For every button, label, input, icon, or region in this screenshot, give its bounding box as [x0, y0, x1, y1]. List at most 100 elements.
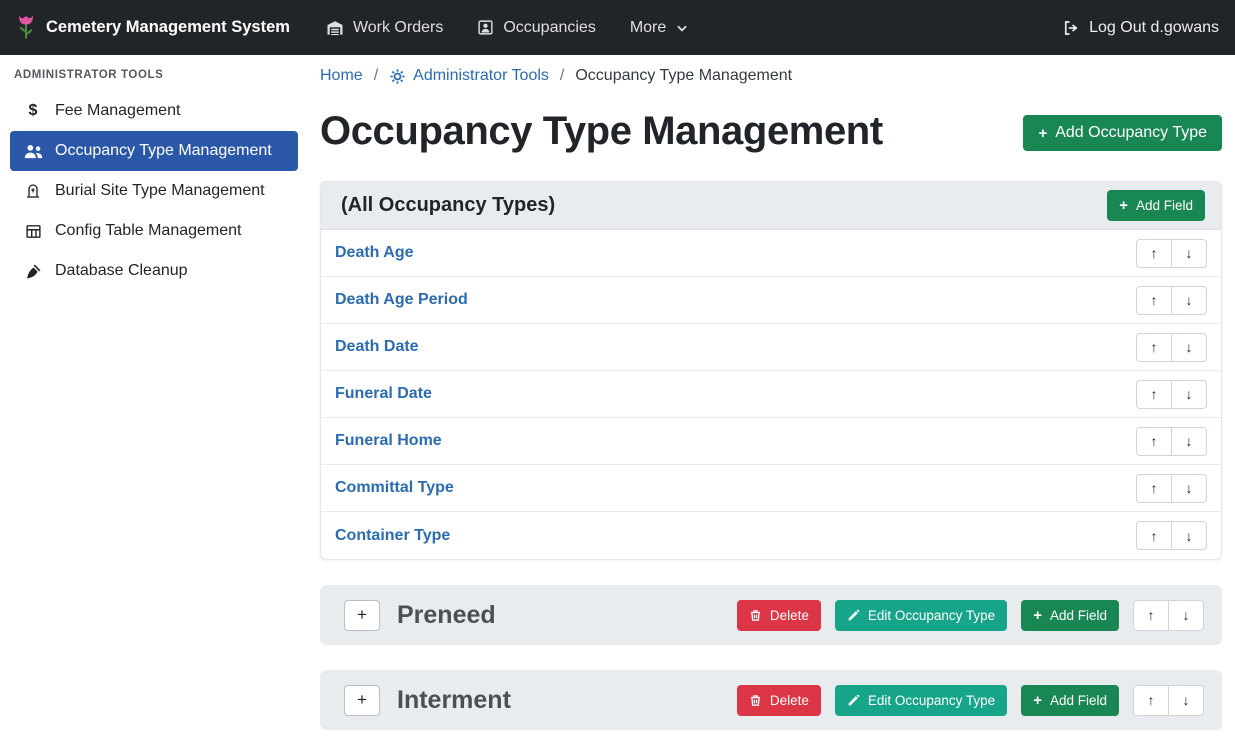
warehouse-icon — [326, 19, 344, 37]
move-up-button[interactable]: ↑ — [1136, 286, 1172, 315]
broom-icon — [22, 263, 44, 280]
arrow-down-icon: ↓ — [1186, 528, 1193, 544]
nav-more-label: More — [630, 19, 666, 37]
arrow-down-icon: ↓ — [1183, 607, 1190, 623]
move-up-button[interactable]: ↑ — [1136, 474, 1172, 503]
add-occupancy-type-button[interactable]: + Add Occupancy Type — [1023, 115, 1222, 151]
sidebar-item-burial-site-type-management[interactable]: Burial Site Type Management — [10, 171, 298, 211]
add-field-button[interactable]: + Add Field — [1021, 600, 1119, 631]
page-title: Occupancy Type Management — [320, 107, 883, 155]
field-link-container-type[interactable]: Container Type — [335, 527, 450, 545]
field-row: Death Age Period ↑ ↓ — [321, 277, 1221, 324]
breadcrumb-administrator-tools[interactable]: Administrator Tools — [389, 65, 549, 87]
field-row: Container Type ↑ ↓ — [321, 512, 1221, 559]
arrow-down-icon: ↓ — [1186, 480, 1193, 496]
field-link-funeral-date[interactable]: Funeral Date — [335, 385, 432, 403]
breadcrumb-separator: / — [374, 65, 378, 87]
move-up-button[interactable]: ↑ — [1136, 239, 1172, 268]
sidebar-item-fee-management[interactable]: $ Fee Management — [10, 91, 298, 131]
expand-button[interactable]: + — [344, 685, 380, 716]
move-down-button[interactable]: ↓ — [1171, 333, 1207, 362]
reorder-button-group: ↑ ↓ — [1136, 427, 1207, 456]
delete-button[interactable]: Delete — [737, 600, 821, 631]
chevron-down-icon — [675, 21, 689, 35]
arrow-up-icon: ↑ — [1151, 245, 1158, 261]
users-icon — [22, 143, 44, 159]
field-link-death-date[interactable]: Death Date — [335, 338, 419, 356]
arrow-down-icon: ↓ — [1186, 245, 1193, 261]
arrow-up-icon: ↑ — [1151, 386, 1158, 402]
logout-label: Log Out d.gowans — [1089, 19, 1219, 37]
move-up-button[interactable]: ↑ — [1136, 521, 1172, 550]
arrow-down-icon: ↓ — [1186, 386, 1193, 402]
breadcrumb-admin-tools-label: Administrator Tools — [413, 65, 549, 87]
arrow-up-icon: ↑ — [1148, 607, 1155, 623]
arrow-up-icon: ↑ — [1148, 692, 1155, 708]
title-row: Occupancy Type Management + Add Occupanc… — [320, 107, 1222, 155]
move-up-button[interactable]: ↑ — [1136, 427, 1172, 456]
reorder-button-group: ↑ ↓ — [1136, 380, 1207, 409]
reorder-button-group: ↑ ↓ — [1136, 521, 1207, 550]
arrow-up-icon: ↑ — [1151, 528, 1158, 544]
sidebar-item-label: Occupancy Type Management — [55, 142, 272, 160]
sidebar-item-config-table-management[interactable]: Config Table Management — [10, 211, 298, 251]
arrow-down-icon: ↓ — [1183, 692, 1190, 708]
top-navbar: Cemetery Management System Work Orders O… — [0, 0, 1235, 55]
move-down-button[interactable]: ↓ — [1168, 600, 1204, 631]
section-title: Interment — [397, 686, 511, 715]
field-row: Funeral Home ↑ ↓ — [321, 418, 1221, 465]
move-up-button[interactable]: ↑ — [1133, 685, 1169, 716]
add-field-label: Add Field — [1136, 198, 1193, 213]
add-field-button[interactable]: + Add Field — [1107, 190, 1205, 221]
navbar-links: Work Orders Occupancies More — [326, 19, 689, 37]
move-down-button[interactable]: ↓ — [1171, 474, 1207, 503]
move-down-button[interactable]: ↓ — [1171, 286, 1207, 315]
move-down-button[interactable]: ↓ — [1171, 521, 1207, 550]
logout-icon — [1062, 19, 1080, 37]
breadcrumb-home[interactable]: Home — [320, 65, 363, 87]
sidebar-item-database-cleanup[interactable]: Database Cleanup — [10, 251, 298, 291]
sidebar-item-label: Burial Site Type Management — [55, 182, 265, 200]
gear-icon — [389, 68, 406, 85]
add-field-button[interactable]: + Add Field — [1021, 685, 1119, 716]
plus-icon: + — [1119, 198, 1128, 213]
sidebar-item-occupancy-type-management[interactable]: Occupancy Type Management — [10, 131, 298, 171]
field-link-funeral-home[interactable]: Funeral Home — [335, 432, 442, 450]
move-down-button[interactable]: ↓ — [1171, 427, 1207, 456]
delete-button[interactable]: Delete — [737, 685, 821, 716]
move-up-button[interactable]: ↑ — [1133, 600, 1169, 631]
nav-occupancies[interactable]: Occupancies — [477, 19, 596, 37]
move-down-button[interactable]: ↓ — [1171, 380, 1207, 409]
nav-work-orders[interactable]: Work Orders — [326, 19, 443, 37]
section-title: Preneed — [397, 601, 496, 630]
delete-label: Delete — [770, 693, 809, 708]
move-up-button[interactable]: ↑ — [1136, 333, 1172, 362]
field-link-death-age[interactable]: Death Age — [335, 244, 414, 262]
arrow-up-icon: ↑ — [1151, 433, 1158, 449]
field-row: Committal Type ↑ ↓ — [321, 465, 1221, 512]
add-field-label: Add Field — [1050, 693, 1107, 708]
move-up-button[interactable]: ↑ — [1136, 380, 1172, 409]
nav-more[interactable]: More — [630, 19, 689, 37]
field-link-death-age-period[interactable]: Death Age Period — [335, 291, 468, 309]
logout-button[interactable]: Log Out d.gowans — [1062, 19, 1219, 37]
arrow-down-icon: ↓ — [1186, 433, 1193, 449]
expand-button[interactable]: + — [344, 600, 380, 631]
edit-occupancy-type-button[interactable]: Edit Occupancy Type — [835, 685, 1007, 716]
arrow-down-icon: ↓ — [1186, 339, 1193, 355]
plus-icon: + — [357, 605, 367, 625]
trash-icon — [749, 694, 762, 707]
edit-occupancy-type-button[interactable]: Edit Occupancy Type — [835, 600, 1007, 631]
dollar-icon: $ — [22, 102, 44, 120]
section-actions: Delete Edit Occupancy Type + Add Field ↑… — [737, 600, 1204, 631]
sidebar-heading: Administrator Tools — [0, 61, 308, 91]
move-down-button[interactable]: ↓ — [1168, 685, 1204, 716]
arrow-down-icon: ↓ — [1186, 292, 1193, 308]
add-occupancy-type-label: Add Occupancy Type — [1055, 124, 1207, 142]
app-brand[interactable]: Cemetery Management System — [16, 14, 290, 41]
field-link-committal-type[interactable]: Committal Type — [335, 479, 454, 497]
breadcrumb: Home / Administrator Tools / Occupancy T… — [320, 65, 1222, 87]
trash-icon — [749, 609, 762, 622]
move-down-button[interactable]: ↓ — [1171, 239, 1207, 268]
nav-work-orders-label: Work Orders — [353, 19, 443, 37]
